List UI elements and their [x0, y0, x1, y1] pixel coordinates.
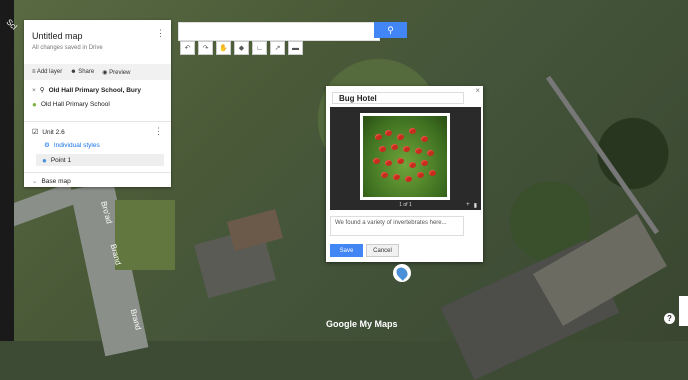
feature-popup: × Bug Hotel 1 of 1 + ▮ We found a variet… [326, 86, 483, 262]
add-marker-button[interactable]: ◆ [234, 41, 249, 55]
building-roof [226, 209, 284, 251]
share-label: Share [78, 69, 95, 75]
ladybird [409, 162, 416, 168]
map-pin-icon [394, 265, 410, 281]
field-patch [115, 200, 175, 270]
add-photo-icon[interactable]: + [466, 202, 470, 209]
ladybird [381, 172, 388, 178]
hand-tool-button[interactable]: ✋ [216, 41, 231, 55]
ladybird [379, 146, 386, 152]
layer-checkbox[interactable]: ☑ [32, 128, 38, 136]
hand-icon: ✋ [219, 45, 228, 52]
ladybird [409, 128, 416, 134]
layer-options-button[interactable]: ⋮ [154, 126, 163, 137]
draw-line-button[interactable]: ∟ [252, 41, 267, 55]
search-icon: ⚲ [387, 24, 394, 35]
paint-roller-icon: ⚙ [44, 142, 50, 149]
add-layer-label: Add layer [36, 69, 63, 75]
search-query-text: Old Hall Primary School, Bury [48, 86, 142, 94]
divider [24, 172, 171, 173]
ladybird [421, 160, 428, 166]
preview-label: Preview [109, 69, 131, 76]
divider [24, 121, 171, 122]
map-left-border [0, 0, 14, 341]
close-icon[interactable]: × [32, 87, 36, 94]
preview-button[interactable]: ◉ Preview [102, 69, 130, 76]
ladybird [405, 176, 412, 182]
zoom-control[interactable] [679, 296, 688, 326]
photo-content [363, 116, 447, 197]
blue-pin-icon: ● [42, 155, 47, 165]
ladybird [415, 148, 422, 154]
add-layer-button[interactable]: ≡ Add layer [32, 69, 62, 75]
ladybird [421, 136, 428, 142]
ladybird [373, 158, 380, 164]
base-map-toggle[interactable]: ⌄ Base map [32, 177, 71, 186]
ladybird [391, 144, 398, 150]
map-options-button[interactable]: ⋮ [156, 28, 165, 39]
ruler-icon: ▬ [292, 44, 299, 52]
ladybird [393, 174, 400, 180]
ladybird [397, 158, 404, 164]
ladybird [397, 134, 404, 140]
ladybird [385, 160, 392, 166]
delete-icon[interactable]: ▮ [474, 202, 477, 209]
undo-icon: ↶ [184, 45, 191, 52]
feature-title-input[interactable]: Bug Hotel [332, 92, 464, 104]
google-my-maps-logo: Google My Maps [326, 319, 398, 329]
photo-actions: + ▮ [466, 202, 477, 209]
redo-icon: ↷ [202, 45, 209, 52]
ladybird [385, 130, 392, 136]
redo-button[interactable]: ↷ [198, 41, 213, 55]
ladybird [417, 172, 424, 178]
search-icon: ⚲ [39, 87, 45, 94]
ladybird [403, 146, 410, 152]
point-item[interactable]: ● Point 1 [36, 154, 164, 166]
point-label: Point 1 [50, 156, 72, 164]
ladybird [375, 134, 382, 140]
search-result-item[interactable]: ● Old Hall Primary School [32, 100, 110, 109]
share-button[interactable]: ☻ Share [70, 69, 94, 75]
photo-counter: 1 of 1 [399, 202, 412, 208]
layer-style[interactable]: ⚙ Individual styles [44, 141, 100, 150]
map-title[interactable]: Untitled map [32, 31, 83, 41]
save-status: All changes saved in Drive [32, 45, 103, 51]
undo-button[interactable]: ↶ [180, 41, 195, 55]
search-input[interactable] [178, 22, 380, 41]
map-panel: Untitled map All changes saved in Drive … [24, 20, 171, 187]
map-toolbar: ↶ ↷ ✋ ◆ ∟ ↗ ▬ [180, 41, 303, 55]
description-input[interactable]: We found a variety of invertebrates here… [330, 216, 464, 236]
result-label: Old Hall Primary School [40, 101, 110, 108]
point-marker[interactable] [393, 264, 411, 282]
search-result-query: × ⚲ Old Hall Primary School, Bury [32, 86, 142, 95]
cancel-button[interactable]: Cancel [366, 244, 399, 257]
help-button[interactable]: ? [664, 313, 675, 324]
panel-actions: ≡ Add layer ☻ Share ◉ Preview [24, 64, 171, 80]
path-right [545, 75, 660, 235]
layer-header: ☑ Unit 2.6 [32, 128, 65, 137]
ladybird [429, 170, 436, 176]
ladybirds-photo[interactable] [360, 113, 450, 200]
search-button[interactable]: ⚲ [374, 22, 407, 38]
measure-button[interactable]: ▬ [288, 41, 303, 55]
base-map-label: Base map [41, 177, 71, 185]
photo-viewer: 1 of 1 + ▮ [330, 107, 481, 210]
directions-button[interactable]: ↗ [270, 41, 285, 55]
draw-line-icon: ∟ [256, 44, 263, 52]
green-pin-icon: ● [32, 100, 37, 109]
marker-icon: ◆ [238, 45, 245, 52]
save-button[interactable]: Save [330, 244, 363, 257]
layer-style-label: Individual styles [53, 141, 100, 149]
chevron-down-icon: ⌄ [32, 178, 38, 185]
layer-name[interactable]: Unit 2.6 [42, 129, 64, 136]
directions-icon: ↗ [274, 45, 281, 52]
close-popup-button[interactable]: × [475, 86, 480, 95]
ladybird [427, 150, 434, 156]
